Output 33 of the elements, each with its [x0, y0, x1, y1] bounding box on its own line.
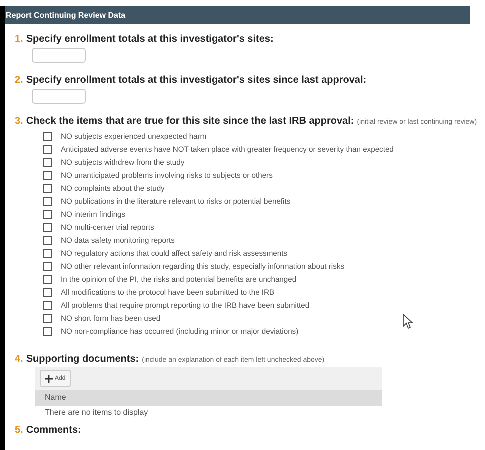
checkbox[interactable]: [43, 158, 52, 167]
checkbox[interactable]: [43, 327, 52, 336]
plus-icon: [45, 374, 53, 382]
checkbox[interactable]: [43, 275, 52, 284]
question-label: Specify enrollment totals at this investigator's sites since last approval:: [26, 75, 367, 86]
question-label: Comments:: [26, 425, 82, 436]
checkbox[interactable]: [43, 301, 52, 310]
question-label: Supporting documents:: [26, 354, 140, 365]
checkbox[interactable]: [43, 249, 52, 258]
checkbox[interactable]: [43, 262, 52, 271]
question-number: 2.: [15, 75, 24, 86]
checkbox[interactable]: [43, 288, 52, 297]
checkbox[interactable]: [43, 314, 52, 323]
empty-message: There are no items to display: [44, 407, 150, 419]
input-field[interactable]: [32, 48, 86, 63]
question-label: Check the items that are true for this site since the last IRB approval:: [26, 116, 354, 127]
checkbox[interactable]: [43, 197, 52, 206]
question-number: 4.: [15, 354, 24, 365]
question-number: 5.: [15, 425, 24, 436]
mouse-pointer-icon: [403, 314, 413, 329]
checkbox[interactable]: [43, 210, 52, 219]
column-header: Name: [35, 390, 382, 406]
question-number: 3.: [15, 116, 24, 127]
checkbox[interactable]: [43, 145, 52, 154]
checkbox[interactable]: [43, 236, 52, 245]
checkbox[interactable]: [43, 132, 52, 141]
question-label: Specify enrollment totals at this investigator's sites:: [26, 34, 274, 45]
input-field[interactable]: [32, 89, 86, 104]
window-title: Report Continuing Review Data: [6, 10, 126, 20]
question-number: 1.: [15, 34, 24, 45]
checkbox[interactable]: [43, 171, 52, 180]
checkbox[interactable]: [43, 223, 52, 232]
checkbox[interactable]: [43, 184, 52, 193]
